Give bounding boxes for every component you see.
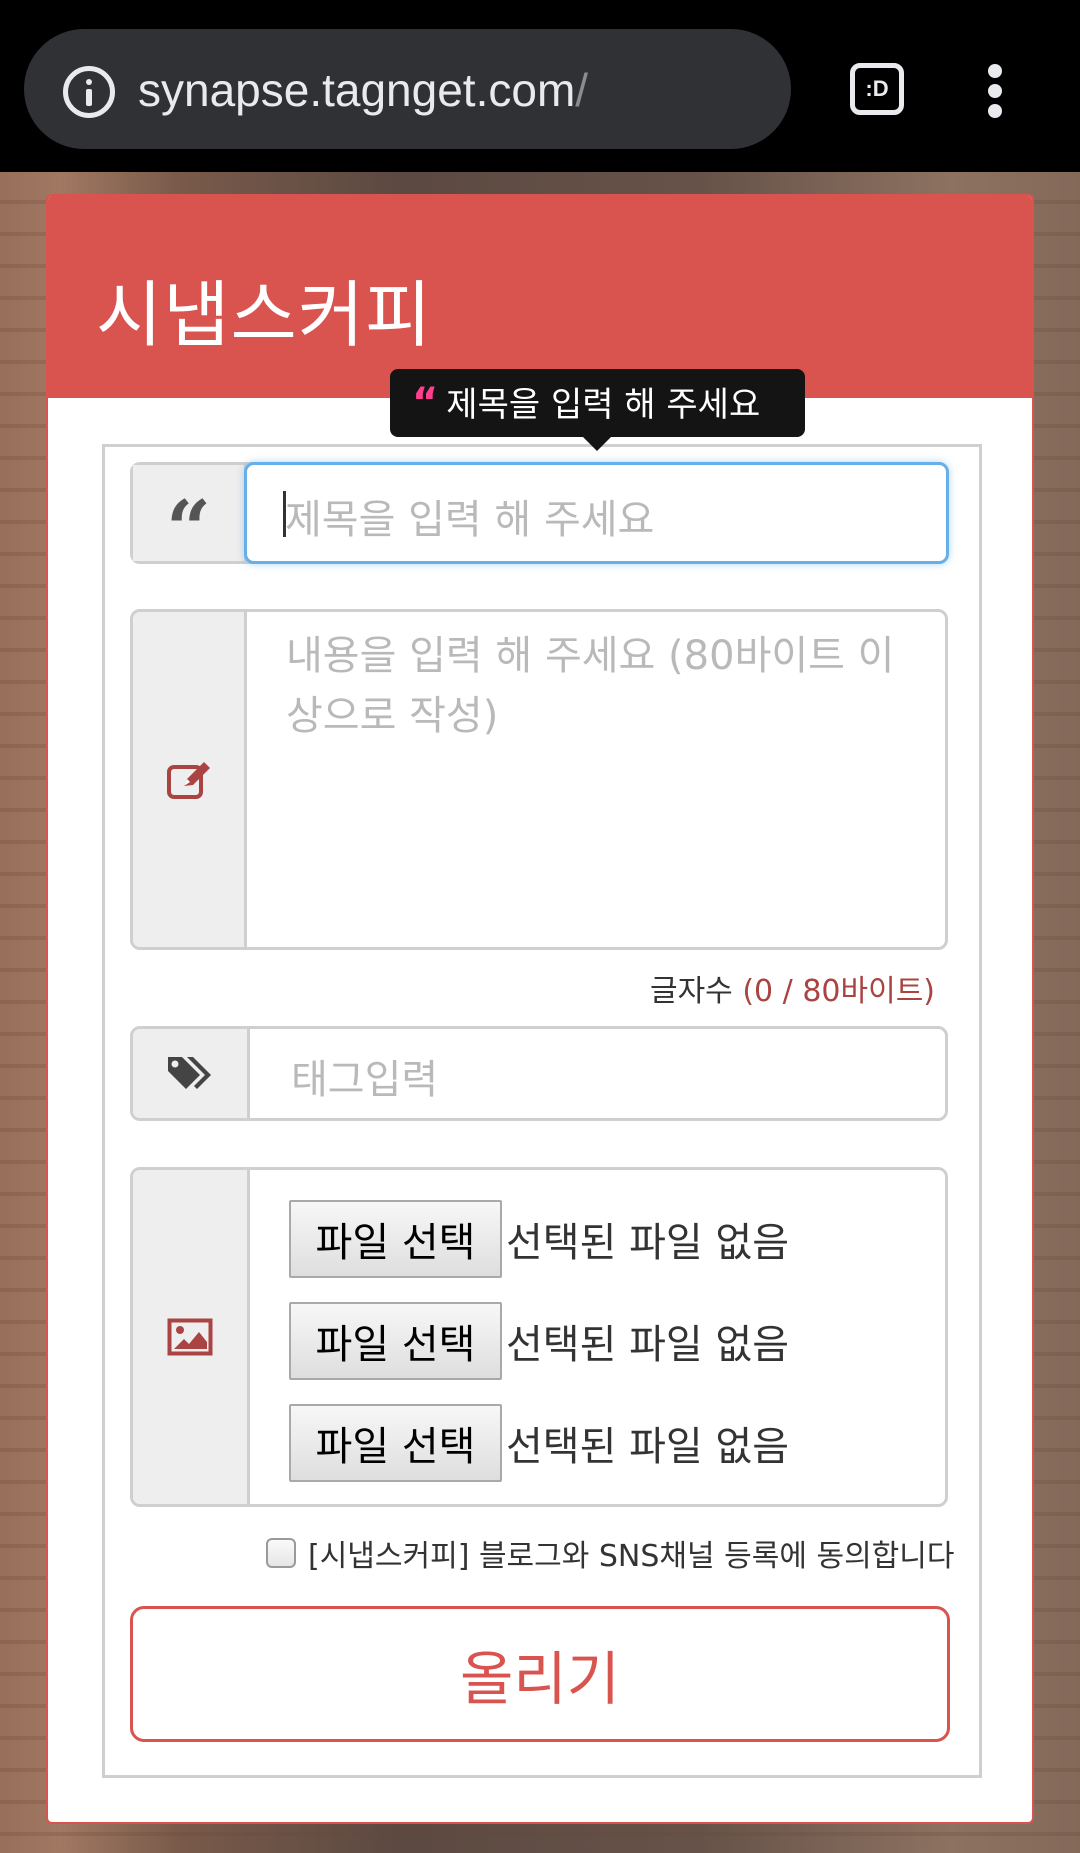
tags-icon (168, 1056, 211, 1089)
file-upload-group: 파일 선택 선택된 파일 없음 파일 선택 선택된 파일 없음 파일 선택 선택… (130, 1167, 948, 1507)
tooltip-text: 제목을 입력 해 주세요 (446, 385, 761, 425)
title-input[interactable]: 제목을 입력 해 주세요 (244, 462, 949, 564)
title-tooltip: “제목을 입력 해 주세요 (390, 369, 805, 451)
image-icon (167, 1318, 213, 1356)
file-input-1: 파일 선택 선택된 파일 없음 (289, 1200, 789, 1278)
counter-value: (0 / 80바이트) (742, 974, 935, 1009)
file-input-2: 파일 선택 선택된 파일 없음 (289, 1302, 789, 1380)
content-input-group: 내용을 입력 해 주세요 (80바이트 이상으로 작성) (130, 609, 948, 950)
tab-switcher-icon[interactable]: :D (850, 63, 904, 115)
file-status: 선택된 파일 없음 (506, 1220, 790, 1266)
content-addon (133, 612, 247, 947)
agree-label: [시냅스커피] 블로그와 SNS채널 등록에 동의합니다 (308, 1539, 955, 1574)
file-status: 선택된 파일 없음 (506, 1322, 790, 1368)
choose-file-button[interactable]: 파일 선택 (289, 1200, 502, 1278)
edit-icon (166, 761, 210, 799)
title-addon: “ (133, 465, 247, 569)
choose-file-button[interactable]: 파일 선택 (289, 1302, 502, 1380)
choose-file-button[interactable]: 파일 선택 (289, 1404, 502, 1482)
content-input[interactable]: 내용을 입력 해 주세요 (80바이트 이상으로 작성) (286, 626, 926, 746)
file-input-3: 파일 선택 선택된 파일 없음 (289, 1404, 789, 1482)
agree-checkbox[interactable] (266, 1538, 296, 1568)
card-header: 시냅스커피 (48, 196, 1032, 398)
byte-counter: 글자수 (0 / 80바이트) (560, 966, 935, 1010)
submit-button[interactable]: 올리기 (130, 1606, 950, 1742)
quote-icon: “ (412, 380, 439, 426)
browser-toolbar: synapse.tagnget.com/ :D (0, 0, 1080, 172)
counter-label: 글자수 (649, 974, 733, 1009)
page-title: 시냅스커피 (96, 273, 433, 357)
info-icon[interactable] (63, 66, 115, 118)
file-addon (133, 1170, 250, 1504)
tag-input-group: 태그입력 (130, 1026, 948, 1121)
agree-row: [시냅스커피] 블로그와 SNS채널 등록에 동의합니다 (266, 1532, 954, 1574)
tag-addon (133, 1029, 250, 1118)
more-vert-icon[interactable] (986, 64, 1006, 118)
url-text[interactable]: synapse.tagnget.com/ (138, 60, 588, 120)
tag-input[interactable]: 태그입력 (291, 1047, 438, 1105)
quote-icon: “ (166, 484, 211, 575)
title-placeholder: 제목을 입력 해 주세요 (285, 497, 655, 543)
file-status: 선택된 파일 없음 (506, 1424, 790, 1470)
